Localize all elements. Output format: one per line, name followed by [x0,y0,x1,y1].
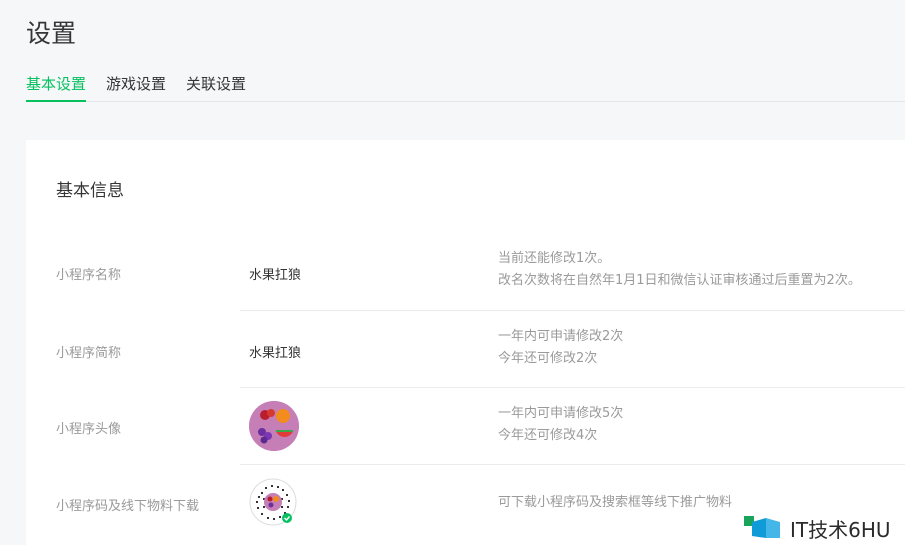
note-line: 改名次数将在自然年1月1日和微信认证审核通过后重置为2次。 [498,273,861,288]
mini-program-name-value: 水果扛狼 [249,268,302,283]
mini-program-name-note: 当前还能修改1次。 改名次数将在自然年1月1日和微信认证审核通过后重置为2次。 [498,248,861,292]
mini-program-code-icon[interactable] [249,478,297,526]
mini-program-short-name-value: 水果扛狼 [249,346,302,361]
tab-linked-settings[interactable]: 关联设置 [186,70,246,102]
watermark: IT技术6HU [744,512,891,544]
tab-basic-settings[interactable]: 基本设置 [26,70,87,102]
note-line: 一年内可申请修改5次 [498,406,624,421]
mini-program-avatar-label: 小程序头像 [56,422,122,437]
watermark-text: IT技术6HU [790,517,891,542]
mini-program-code-note: 可下载小程序码及搜索框等线下推广物料 [498,492,732,514]
mini-program-name-label: 小程序名称 [56,268,122,283]
note-line: 一年内可申请修改2次 [498,329,624,344]
tab-game-settings[interactable]: 游戏设置 [106,70,166,102]
mini-program-avatar-note: 一年内可申请修改5次 今年还可修改4次 [498,403,623,447]
book-logo-icon [744,512,784,544]
mini-program-short-name-note: 一年内可申请修改2次 今年还可修改2次 [498,326,623,370]
note-line: 可下载小程序码及搜索框等线下推广物料 [498,495,733,510]
note-line: 当前还能修改1次。 [498,251,611,266]
row-divider [240,464,905,465]
section-title: 基本信息 [56,181,124,201]
basic-info-card: 基本信息 小程序名称 水果扛狼 当前还能修改1次。 改名次数将在自然年1月1日和… [26,140,905,545]
row-divider [240,310,905,311]
settings-tabs: 基本设置 游戏设置 关联设置 [26,70,905,102]
mini-program-code-label: 小程序码及线下物料下载 [56,499,200,514]
note-line: 今年还可修改2次 [498,351,598,366]
row-divider [240,387,905,388]
mini-program-short-name-label: 小程序简称 [56,346,122,361]
fruit-avatar-icon[interactable] [249,401,299,451]
page-title: 设置 [26,19,77,48]
note-line: 今年还可修改4次 [498,428,598,443]
